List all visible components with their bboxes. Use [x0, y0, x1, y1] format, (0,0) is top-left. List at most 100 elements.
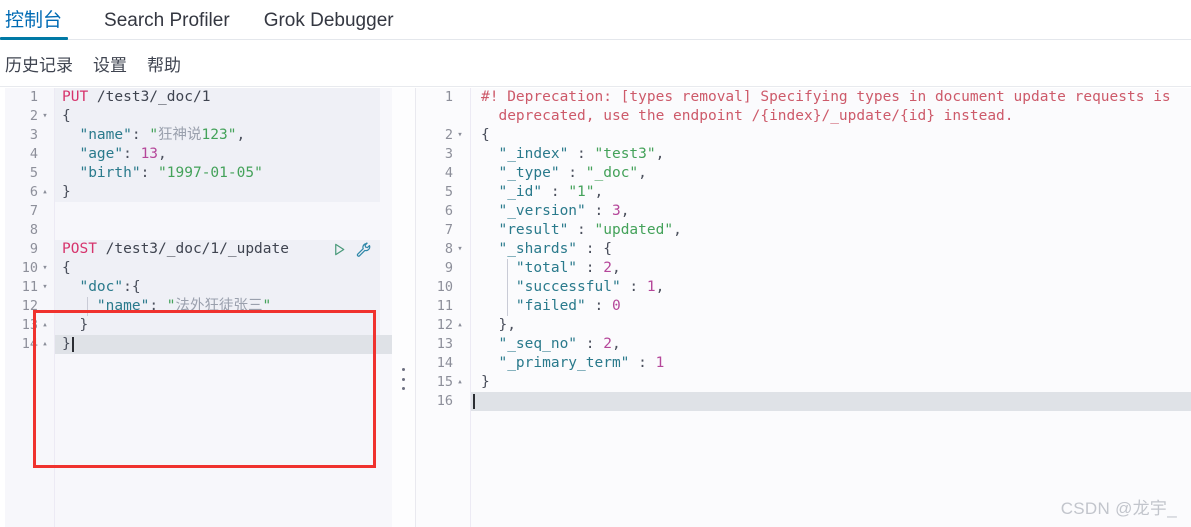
line-number: 5 [29, 165, 38, 181]
token: : [577, 260, 604, 276]
code-line[interactable]: 13 "_seq_no" : 2, [415, 335, 1191, 354]
handle-dot [401, 368, 405, 371]
token: 1 [646, 279, 656, 295]
token: } [62, 317, 89, 333]
fold-collapse-icon[interactable]: ▾ [40, 107, 50, 126]
code-line[interactable]: 5 "birth": "1997-01-05" [0, 164, 392, 183]
fold-expand-icon[interactable]: ▴ [40, 183, 50, 202]
token: : [577, 336, 604, 352]
fold-expand-icon[interactable]: ▴ [40, 335, 50, 354]
line-number: 8 [29, 222, 38, 238]
console-body: 1 PUT /test3/_doc/1 2 ▾{3 "name": "狂神说123",… [0, 88, 1191, 527]
token: " [149, 127, 159, 143]
code-line[interactable]: 2 ▾ { [0, 107, 392, 126]
tab-search-profiler[interactable]: Search Profiler [100, 11, 244, 39]
code-line[interactable]: 15 ▴} [415, 373, 1191, 392]
token: PUT [62, 89, 89, 105]
token: , [638, 165, 647, 181]
code-line[interactable]: 8 ▾ "_shards" : { [415, 240, 1191, 259]
fold-expand-icon[interactable]: ▴ [455, 373, 465, 392]
pane-resize-handle[interactable] [396, 368, 410, 390]
code-text: #! Deprecation: [types removal] Specifyi… [481, 88, 1171, 126]
code-line[interactable]: 8 [0, 221, 392, 240]
code-line[interactable]: 1 PUT /test3/_doc/1 [0, 88, 392, 107]
code-line[interactable]: 10 "successful" : 1, [415, 278, 1191, 297]
token: "birth" [62, 165, 141, 181]
token: "doc" [62, 279, 124, 295]
line-number: 11 [436, 298, 453, 314]
fold-collapse-icon[interactable]: ▾ [40, 259, 50, 278]
code-text: { [62, 259, 71, 278]
code-line[interactable]: 11 ▾ "doc":{ [0, 278, 392, 297]
csdn-watermark: CSDN @龙宇_ [1060, 499, 1177, 518]
token: } [481, 374, 490, 390]
top-tab-bar: 控制台 Search Profiler Grok Debugger [0, 0, 1191, 40]
code-line[interactable]: 1 #! Deprecation: [types removal] Specify… [415, 88, 1191, 126]
fold-expand-icon[interactable]: ▴ [455, 316, 465, 335]
code-line[interactable]: 9 "total" : 2, [415, 259, 1191, 278]
token: "successful" [481, 279, 621, 295]
code-line[interactable]: 7 [0, 202, 392, 221]
token: "result" [481, 222, 569, 238]
line-number: 9 [444, 260, 453, 276]
line-number: 1 [444, 89, 453, 105]
tab-grok-debugger-label: Grok Debugger [263, 10, 394, 31]
request-action-icons[interactable] [332, 240, 372, 259]
tab-search-profiler-label: Search Profiler [104, 10, 230, 31]
subnav-history[interactable]: 历史记录 [5, 51, 73, 76]
token: "_primary_term" [481, 355, 630, 371]
fold-expand-icon[interactable]: ▴ [40, 316, 50, 335]
code-line[interactable]: 4 "age": 13, [0, 145, 392, 164]
code-text: { [481, 126, 490, 145]
code-line[interactable]: 16 [415, 392, 1191, 411]
fold-collapse-icon[interactable]: ▾ [40, 278, 50, 297]
token: "_shards" [481, 241, 578, 257]
token: "_version" [481, 203, 586, 219]
token: } [62, 184, 71, 200]
line-number: 14 [436, 355, 453, 371]
fold-collapse-icon[interactable]: ▾ [455, 126, 465, 145]
code-line[interactable]: 5 "_id" : "1", [415, 183, 1191, 202]
token: 13 [140, 146, 159, 162]
indent-guide [87, 297, 88, 316]
code-line[interactable]: 12 ▴ }, [415, 316, 1191, 335]
token: 2 [603, 336, 612, 352]
token: "1" [568, 184, 595, 200]
subnav-help[interactable]: 帮助 [147, 51, 181, 76]
code-line[interactable]: 12 "name": "法外狂徒张三" [0, 297, 392, 316]
send-request-play-icon[interactable] [332, 242, 347, 257]
token: , [611, 336, 621, 352]
tab-grok-debugger[interactable]: Grok Debugger [260, 11, 408, 39]
line-number: 9 [29, 241, 38, 257]
wrench-icon[interactable] [356, 242, 372, 258]
code-line[interactable]: 2 ▾ { [415, 126, 1191, 145]
code-line[interactable]: 10 ▾ { [0, 259, 392, 278]
line-number: 7 [29, 203, 38, 219]
code-line[interactable]: 6 ▴} [0, 183, 392, 202]
token: : [620, 279, 647, 295]
line-number: 7 [444, 222, 453, 238]
line-number: 3 [29, 127, 38, 143]
tab-console[interactable]: 控制台 [0, 11, 84, 40]
code-line[interactable]: 3 "name": "狂神说123", [0, 126, 392, 145]
code-line[interactable]: 4 "_type" : "_doc", [415, 164, 1191, 183]
code-line[interactable]: 14 "_primary_term" : 1 [415, 354, 1191, 373]
code-line[interactable]: 14 ▴} [0, 335, 392, 354]
code-line[interactable]: 11 "failed" : 0 [415, 297, 1191, 316]
fold-collapse-icon[interactable]: ▾ [455, 240, 465, 259]
code-text: "failed" : 0 [481, 297, 621, 316]
token: /test3/_doc/1 [88, 89, 211, 105]
token: 2 [603, 260, 612, 276]
token: : [568, 146, 595, 162]
request-editor-pane[interactable]: 1 PUT /test3/_doc/1 2 ▾{3 "name": "狂神说123",… [0, 88, 392, 527]
subnav-settings[interactable]: 设置 [93, 51, 127, 76]
token: "1997-01-05" [158, 165, 263, 181]
line-number: 15 [436, 374, 453, 390]
token: :{ [123, 279, 141, 295]
response-output-pane[interactable]: 1 #! Deprecation: [types removal] Specify… [415, 88, 1191, 527]
code-line[interactable]: 13 ▴ } [0, 316, 392, 335]
code-line[interactable]: 7 "result" : "updated", [415, 221, 1191, 240]
code-line[interactable]: 6 "_version" : 3, [415, 202, 1191, 221]
code-line[interactable]: 3 "_index" : "test3", [415, 145, 1191, 164]
token: : [123, 146, 141, 162]
